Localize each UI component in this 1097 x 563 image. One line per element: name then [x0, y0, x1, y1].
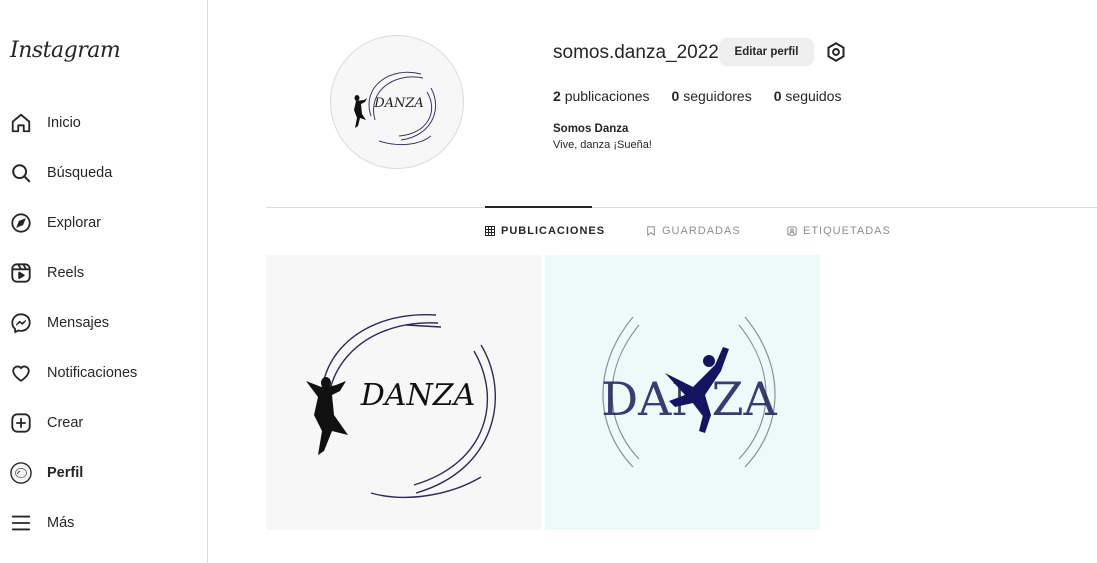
tab-label: ETIQUETADAS [803, 225, 891, 237]
sidebar-item-label: Inicio [47, 115, 81, 131]
sidebar-item-label: Reels [47, 265, 85, 281]
sidebar-item-label: Notificaciones [47, 365, 138, 381]
sidebar-item-label: Mensajes [47, 315, 110, 331]
following-label: seguidos [785, 88, 842, 104]
profile-bio: Vive, danza ¡Sueña! [553, 139, 652, 151]
post-image: DANZA [545, 255, 820, 530]
settings-gear-icon[interactable] [825, 41, 847, 63]
post-thumbnail[interactable]: DANZA [545, 255, 820, 530]
sidebar: Instagram Inicio Búsqueda Explorar Reels [0, 0, 208, 563]
post-text: DANZA [360, 378, 475, 413]
sidebar-item-label: Búsqueda [47, 165, 113, 181]
following-stat[interactable]: 0 seguidos [774, 88, 842, 104]
avatar-text: DANZA [373, 96, 424, 111]
tag-icon [787, 226, 797, 236]
home-icon [10, 112, 32, 134]
heart-icon [10, 362, 32, 384]
tabs-divider [266, 207, 1097, 208]
profile-avatar [10, 462, 32, 484]
followers-count: 0 [671, 88, 680, 104]
tab-label: GUARDADAS [662, 225, 741, 237]
grid-icon [485, 226, 495, 236]
following-count: 0 [773, 88, 782, 104]
explore-icon [10, 212, 32, 234]
menu-icon [10, 512, 32, 534]
sidebar-item-perfil[interactable]: Perfil [0, 448, 208, 498]
profile-full-name: Somos Danza [553, 123, 629, 135]
sidebar-item-label: Perfil [47, 465, 84, 481]
tab-label: PUBLICACIONES [501, 225, 606, 237]
edit-profile-button[interactable]: Editar perfil [719, 38, 814, 66]
posts-count: 2 [553, 88, 561, 104]
profile-avatar-large[interactable]: DANZA [330, 35, 464, 169]
sidebar-item-label: Más [47, 515, 75, 531]
sidebar-item-inicio[interactable]: Inicio [0, 98, 208, 148]
posts-label: publicaciones [564, 88, 650, 104]
post-thumbnail[interactable]: DANZA [266, 255, 541, 530]
sidebar-item-reels[interactable]: Reels [0, 248, 208, 298]
reels-icon [10, 262, 32, 284]
sidebar-item-mas[interactable]: Más [0, 498, 208, 548]
sidebar-item-crear[interactable]: Crear [0, 398, 208, 448]
sidebar-item-notificaciones[interactable]: Notificaciones [0, 348, 208, 398]
posts-count-stat[interactable]: 2 publicaciones [553, 88, 650, 104]
messenger-icon [10, 312, 32, 334]
profile-username: somos.danza_2022 [553, 42, 719, 63]
followers-label: seguidores [683, 88, 752, 104]
active-tab-indicator [485, 206, 592, 208]
profile-stats: 2 publicaciones 0 seguidores 0 seguidos [553, 88, 863, 104]
sidebar-item-label: Explorar [47, 215, 101, 231]
tab-etiquetadas[interactable]: ETIQUETADAS [787, 225, 891, 237]
followers-stat[interactable]: 0 seguidores [672, 88, 752, 104]
sidebar-item-label: Crear [47, 415, 84, 431]
tab-guardadas[interactable]: GUARDADAS [646, 225, 741, 237]
sidebar-item-busqueda[interactable]: Búsqueda [0, 148, 208, 198]
sidebar-nav: Inicio Búsqueda Explorar Reels Mensajes [0, 98, 208, 548]
sidebar-item-mensajes[interactable]: Mensajes [0, 298, 208, 348]
sidebar-item-explorar[interactable]: Explorar [0, 198, 208, 248]
search-icon [10, 162, 32, 184]
post-image: DANZA [266, 255, 541, 530]
tab-publicaciones[interactable]: PUBLICACIONES [485, 225, 605, 237]
instagram-logo[interactable]: Instagram [10, 38, 121, 63]
plus-square-icon [10, 412, 32, 434]
bookmark-icon [647, 226, 655, 236]
